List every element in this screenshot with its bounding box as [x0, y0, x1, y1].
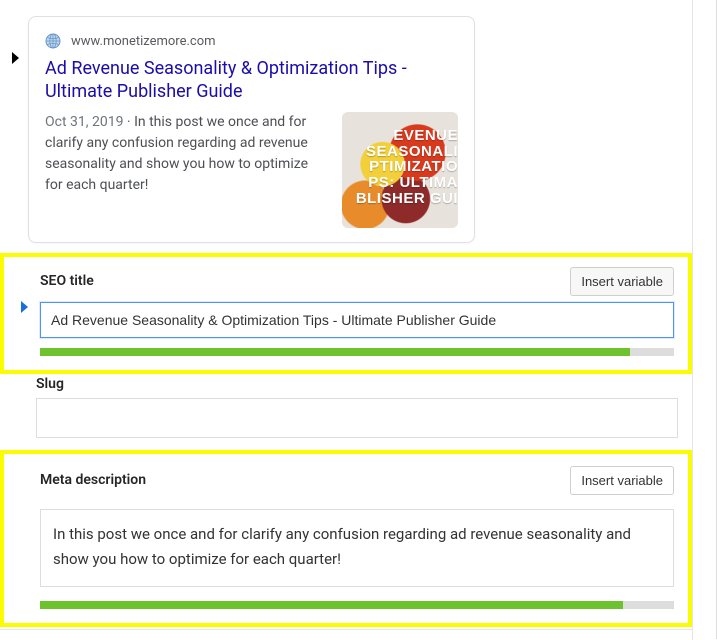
divider: [0, 629, 692, 630]
preview-title: Ad Revenue Seasonality & Optimization Ti…: [45, 57, 458, 104]
meta-description-input[interactable]: [40, 509, 674, 587]
slug-label: Slug: [36, 376, 678, 392]
thumb-line: PTIMIZATIO: [342, 159, 458, 175]
google-preview-area: www.monetizemore.com Ad Revenue Seasonal…: [0, 0, 692, 253]
meta-description-section: Meta description Insert variable: [4, 454, 688, 623]
thumb-line: PS: ULTIMA: [342, 175, 458, 191]
globe-icon: [45, 33, 61, 49]
thumb-line: BLISHER GUI: [342, 191, 458, 207]
expand-caret-icon[interactable]: [21, 301, 28, 313]
preview-sep: ·: [123, 114, 134, 130]
insert-variable-button[interactable]: Insert variable: [570, 466, 674, 495]
seo-title-progress-fill: [40, 348, 630, 356]
slug-section: Slug: [0, 370, 692, 454]
insert-variable-button[interactable]: Insert variable: [570, 267, 674, 296]
seo-title-label: SEO title: [40, 273, 94, 289]
meta-description-progress-fill: [40, 601, 623, 609]
preview-thumbnail: EVENUE SEASONALI PTIMIZATIO PS: ULTIMA B…: [342, 112, 458, 228]
preview-url-row: www.monetizemore.com: [45, 33, 458, 49]
slug-input[interactable]: [36, 398, 678, 438]
preview-domain: www.monetizemore.com: [71, 34, 216, 49]
preview-body: Oct 31, 2019 · In this post we once and …: [45, 112, 458, 228]
preview-date: Oct 31, 2019: [45, 114, 123, 130]
seo-editor-panel: www.monetizemore.com Ad Revenue Seasonal…: [0, 0, 693, 640]
seo-title-header: SEO title Insert variable: [40, 267, 674, 296]
preview-snippet: Oct 31, 2019 · In this post we once and …: [45, 112, 328, 228]
meta-description-progress: [40, 601, 674, 609]
thumb-line: EVENUE SEASONALI: [342, 128, 458, 160]
seo-title-section: SEO title Insert variable: [4, 257, 688, 370]
thumbnail-overlay-text: EVENUE SEASONALI PTIMIZATIO PS: ULTIMA B…: [342, 128, 458, 207]
collapse-caret-icon[interactable]: [12, 52, 19, 64]
meta-description-header: Meta description Insert variable: [40, 466, 674, 495]
meta-description-label: Meta description: [40, 472, 146, 488]
google-preview-card: www.monetizemore.com Ad Revenue Seasonal…: [28, 16, 475, 243]
seo-title-input[interactable]: [40, 302, 674, 338]
seo-title-progress: [40, 348, 674, 356]
